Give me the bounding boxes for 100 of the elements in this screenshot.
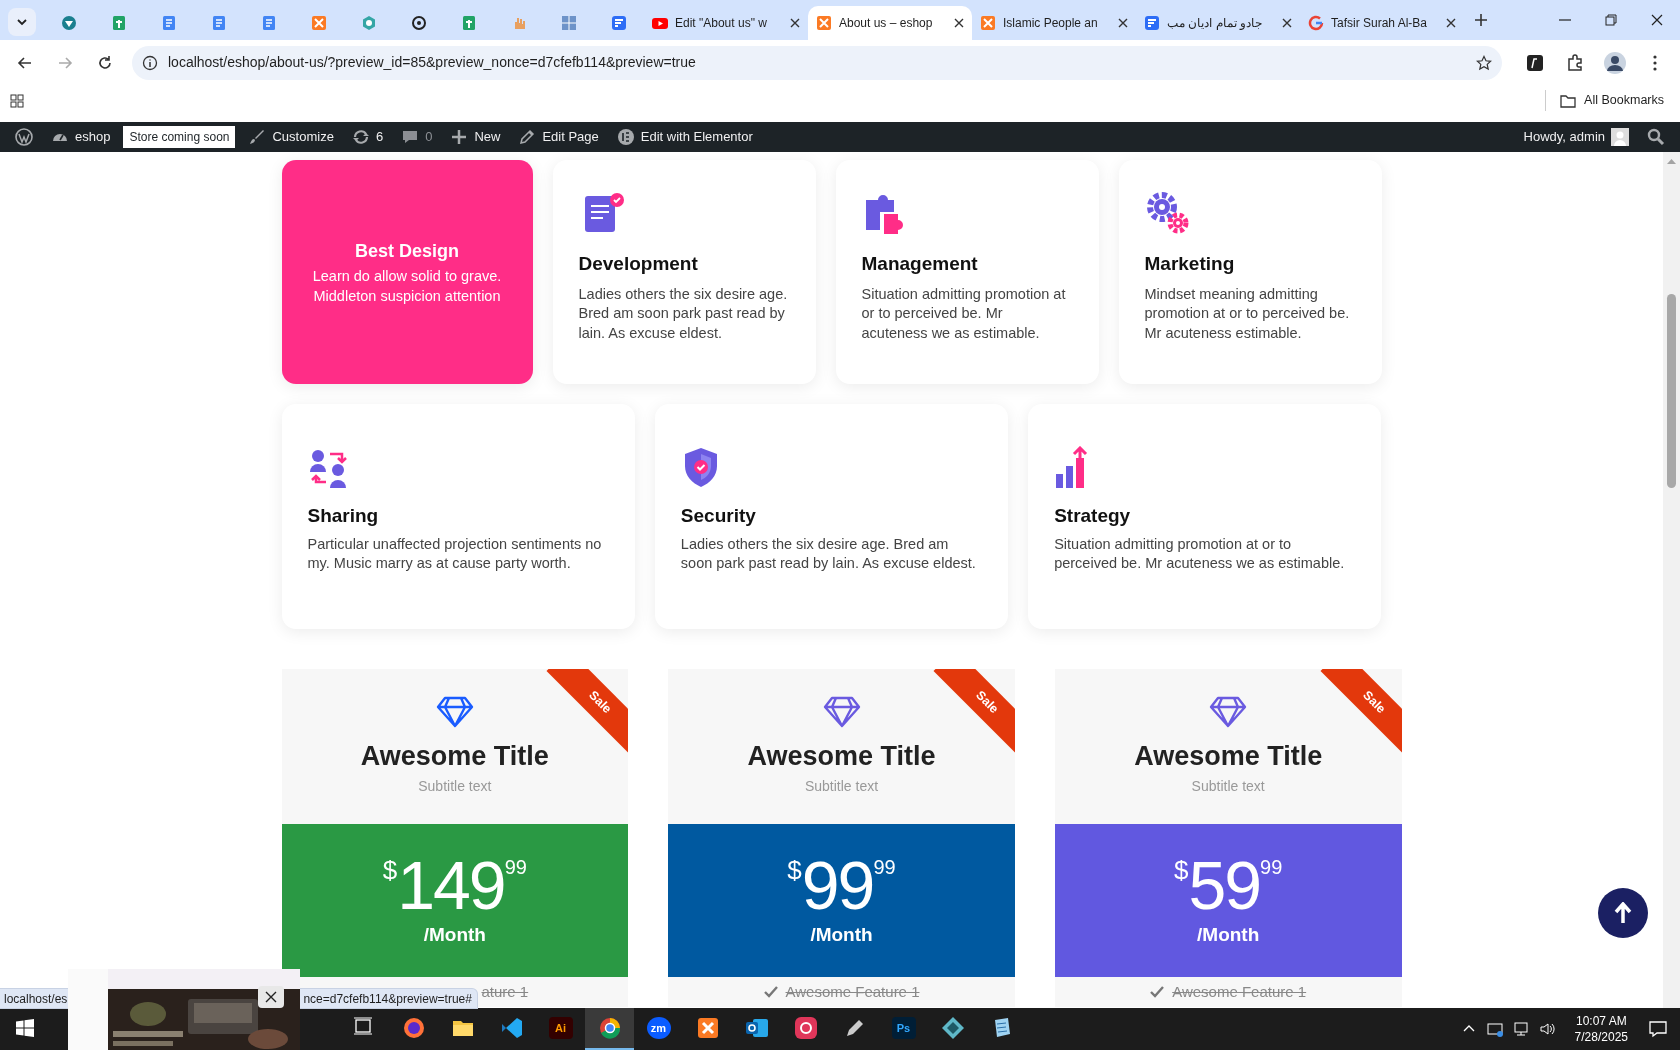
feature-item: Awesome Feature 1 bbox=[1172, 981, 1307, 1002]
restore-icon bbox=[1604, 13, 1618, 27]
form-icon bbox=[611, 15, 627, 31]
currency-symbol: $ bbox=[787, 857, 802, 884]
feature-description: Ladies others the six desire age. Bred am soon park past read by lain. As excuse eldest. bbox=[680, 534, 977, 574]
taskbar-app[interactable] bbox=[585, 1008, 634, 1050]
refresh-icon bbox=[351, 128, 370, 146]
billing-period: /Month bbox=[1197, 923, 1260, 948]
avatar-icon bbox=[1604, 51, 1626, 74]
plan-subtitle: Subtitle text bbox=[1191, 776, 1265, 796]
pencil-icon bbox=[518, 128, 537, 146]
reload-icon bbox=[97, 54, 113, 71]
circle-logo-icon bbox=[61, 15, 77, 31]
form-icon bbox=[1144, 15, 1160, 31]
taskbar-app[interactable]: Ps bbox=[879, 1008, 928, 1050]
admin-bar-item[interactable]: Edit Page bbox=[509, 122, 608, 152]
admin-bar-item[interactable]: 6 bbox=[342, 122, 393, 152]
document-icon bbox=[161, 15, 177, 31]
remote-icon[interactable] bbox=[1486, 1021, 1503, 1037]
price-amount: 59 bbox=[1188, 851, 1261, 920]
document-icon bbox=[261, 15, 277, 31]
info-icon[interactable] bbox=[142, 54, 158, 71]
folder-icon bbox=[1560, 93, 1577, 108]
close-icon[interactable] bbox=[790, 18, 800, 28]
minimize-icon bbox=[1559, 19, 1571, 21]
browser-tab[interactable]: Edit "About us" w bbox=[644, 6, 808, 40]
speaker-icon[interactable] bbox=[1538, 1021, 1555, 1037]
billing-period: /Month bbox=[810, 923, 873, 948]
close-icon[interactable] bbox=[954, 18, 964, 28]
hexagon-icon bbox=[361, 15, 377, 31]
back-to-top-button[interactable] bbox=[1598, 888, 1648, 938]
arrow-icon bbox=[1614, 902, 1632, 924]
admin-bar-item[interactable]: Edit with Elementor bbox=[607, 122, 762, 152]
clock[interactable]: 10:07 AM 7/28/2025 bbox=[1574, 1012, 1628, 1046]
address-bar[interactable]: localhost/eshop/about-us/?preview_id=85&preview_nonce=d7cfefb114&preview=true bbox=[132, 45, 1502, 80]
diamond-app-icon bbox=[940, 1016, 965, 1040]
star-icon[interactable] bbox=[1476, 54, 1492, 71]
browser-tab[interactable]: Tafsir Surah Al-Ba bbox=[1300, 6, 1464, 40]
elementor-icon bbox=[616, 128, 635, 146]
arrow-icon bbox=[17, 54, 33, 71]
scrollbar-thumb[interactable] bbox=[1667, 294, 1676, 488]
close-button[interactable] bbox=[258, 986, 284, 1008]
close-icon[interactable] bbox=[1118, 18, 1128, 28]
taskbar-app[interactable]: Ai bbox=[536, 1008, 585, 1050]
feature-description: Learn do allow solid to grave. Middleton suspicion attention bbox=[311, 266, 503, 306]
feature-description: Situation admitting promotion at or to perceived be. Mr acuteness we as estimable. bbox=[861, 284, 1067, 343]
mail-app-icon bbox=[744, 1016, 769, 1040]
caret-icon bbox=[16, 16, 28, 28]
comment-icon bbox=[401, 128, 420, 146]
plan-subtitle: Subtitle text bbox=[418, 776, 492, 796]
diamond-icon bbox=[435, 696, 474, 728]
grid-icon bbox=[561, 15, 577, 31]
feature-title: Best Design bbox=[355, 239, 459, 263]
plan-title: Awesome Title bbox=[747, 742, 936, 772]
notification-icon[interactable] bbox=[1648, 1019, 1668, 1039]
gear-icon bbox=[1144, 190, 1191, 236]
taskbar-app[interactable]: zm bbox=[634, 1008, 683, 1050]
plan-title: Awesome Title bbox=[360, 742, 549, 772]
apps-icon[interactable] bbox=[10, 93, 24, 108]
feature-title: Sharing bbox=[307, 504, 380, 528]
circle-logo-icon bbox=[1308, 15, 1324, 31]
close-icon[interactable] bbox=[1282, 18, 1292, 28]
app-logo: Ai bbox=[548, 1017, 573, 1039]
app-logo: zm bbox=[646, 1017, 671, 1039]
admin-bar-item[interactable]: Customize bbox=[239, 122, 343, 152]
account-menu[interactable]: Howdy, admin bbox=[1514, 122, 1638, 152]
cloud-app-icon bbox=[793, 1016, 818, 1040]
close-icon[interactable] bbox=[1446, 18, 1456, 28]
admin-bar-item[interactable]: New bbox=[441, 122, 510, 152]
network-icon[interactable] bbox=[1512, 1021, 1529, 1037]
browser-tab[interactable]: About us – eshop bbox=[808, 6, 972, 40]
play-icon bbox=[652, 15, 668, 31]
avatar-icon bbox=[1611, 128, 1629, 146]
price-cents: 99 bbox=[504, 857, 527, 878]
knot-icon bbox=[695, 1016, 720, 1040]
bookmarks-folder[interactable]: All Bookmarks bbox=[1545, 90, 1670, 111]
currency-symbol: $ bbox=[382, 857, 398, 884]
knot-icon bbox=[311, 15, 327, 31]
price-cents: 99 bbox=[1260, 857, 1283, 878]
site-name-link[interactable]: eshop bbox=[42, 122, 120, 152]
arrow-icon bbox=[57, 54, 73, 71]
code-editor-icon bbox=[499, 1016, 524, 1040]
status-url: nce=d7cfefb114&preview=true# bbox=[303, 990, 472, 1008]
browser-tab[interactable]: جادو تمام ادیان مب bbox=[1136, 6, 1300, 40]
feature-description: Situation admitting promotion at or to perceived be. Mr acuteness we as estimable. bbox=[1054, 534, 1346, 574]
tab-list-button[interactable] bbox=[8, 8, 36, 36]
currency-symbol: $ bbox=[1174, 857, 1189, 884]
status-url: localhost/es bbox=[4, 990, 68, 1008]
spreadsheet-icon bbox=[461, 15, 477, 31]
feature-title: Security bbox=[680, 504, 757, 528]
diamond-icon bbox=[822, 696, 861, 728]
plan-title: Awesome Title bbox=[1134, 742, 1323, 772]
search-icon bbox=[1647, 128, 1665, 146]
feature-item: Awesome Feature 1 bbox=[785, 981, 920, 1002]
menu-icon bbox=[1653, 54, 1657, 71]
admin-bar-item[interactable]: 0 bbox=[392, 122, 442, 152]
browser-tab[interactable]: Islamic People an bbox=[972, 6, 1136, 40]
scrollbar[interactable] bbox=[1663, 152, 1680, 1008]
logo-icon bbox=[15, 128, 33, 146]
status-badge: Store coming soon bbox=[123, 126, 236, 148]
